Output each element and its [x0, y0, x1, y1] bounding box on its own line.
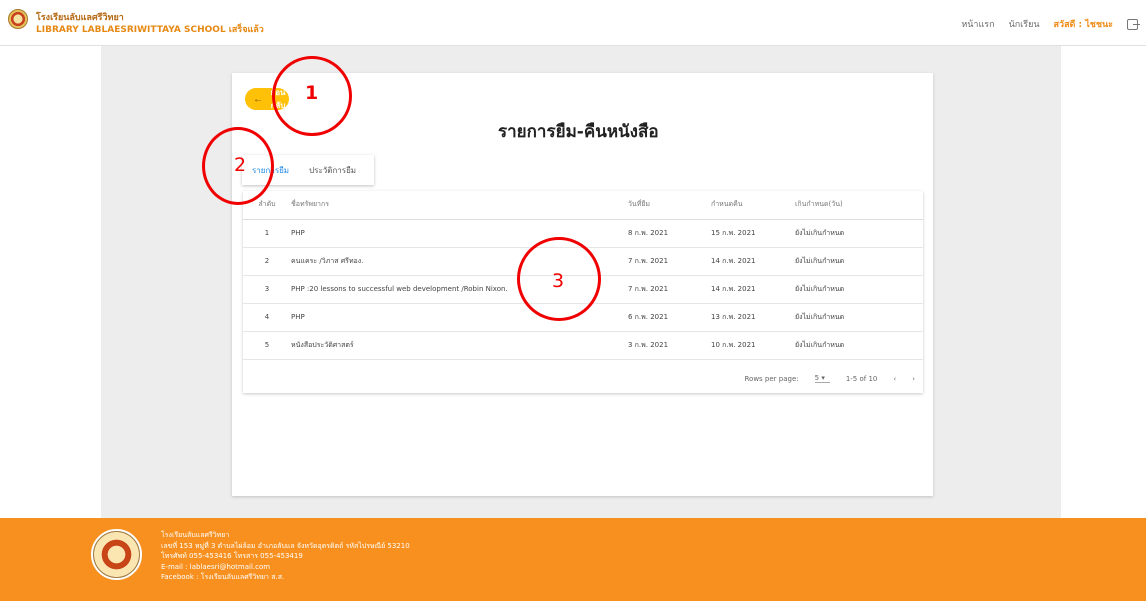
- annotation-number-1: 1: [305, 82, 319, 104]
- school-name-english[interactable]: LIBRARY LABLAESRIWITTAYA SCHOOL เสร็จแล้…: [36, 22, 264, 36]
- column-header-borrow-date[interactable]: วันที่ยืม: [628, 191, 711, 220]
- borrow-date: 7 ก.พ. 2021: [628, 275, 711, 304]
- borrow-date: 7 ก.พ. 2021: [628, 247, 711, 276]
- resource-name: หนังสือประวัติศาสตร์: [291, 331, 628, 360]
- row-index: 2: [243, 247, 291, 276]
- top-navigation: หน้าแรก นักเรียน สวัสดี : ไชชนะ: [961, 17, 1140, 31]
- due-date: 14 ก.พ. 2021: [711, 247, 795, 276]
- logout-icon[interactable]: [1127, 18, 1140, 30]
- footer-contact-info: โรงเรียนลับแลศรีวิทยา เลขที่ 153 หมู่ที่…: [161, 530, 410, 583]
- due-date: 15 ก.พ. 2021: [711, 219, 795, 248]
- footer: โรงเรียนลับแลศรีวิทยา เลขที่ 153 หมู่ที่…: [0, 518, 1146, 601]
- annotation-number-2: 2: [234, 154, 247, 176]
- arrow-left-icon: ←: [253, 93, 263, 105]
- overdue-status: ยังไม่เกินกำหนด: [795, 275, 923, 304]
- borrow-date: 8 ก.พ. 2021: [628, 219, 711, 248]
- nav-student[interactable]: นักเรียน: [1009, 17, 1040, 31]
- table-row[interactable]: 5 หนังสือประวัติศาสตร์ 3 ก.พ. 2021 10 ก.…: [243, 331, 923, 360]
- footer-facebook: Facebook : โรงเรียนลับแลศรีวิทยา ส.ส.: [161, 573, 285, 581]
- overdue-status: ยังไม่เกินกำหนด: [795, 331, 923, 360]
- pagination-range: 1-5 of 10: [845, 374, 878, 383]
- footer-email: E-mail : lablaesri@hotmail.com: [161, 562, 271, 571]
- row-index: 1: [243, 219, 291, 248]
- footer-address: เลขที่ 153 หมู่ที่ 3 ตำบลไผ่ล้อม อำเภอลั…: [161, 541, 410, 550]
- rows-per-page-label: Rows per page:: [744, 374, 799, 383]
- row-index: 3: [243, 275, 291, 304]
- previous-page-icon[interactable]: ‹: [893, 375, 896, 383]
- table-row[interactable]: 1 PHP 8 ก.พ. 2021 15 ก.พ. 2021 ยังไม่เกิ…: [243, 219, 923, 248]
- column-header-overdue-days[interactable]: เกินกำหนด(วัน): [795, 191, 923, 220]
- footer-phone: โทรศัพท์ 055-453416 โทรสาร 055-453419: [161, 552, 303, 560]
- top-bar: โรงเรียนลับแลศรีวิทยา LIBRARY LABLAESRIW…: [0, 0, 1146, 46]
- footer-school-logo-icon: [91, 529, 142, 580]
- column-header-due-date[interactable]: กำหนดคืน: [711, 191, 795, 220]
- annotation-number-3: 3: [552, 270, 565, 292]
- tab-borrow-history[interactable]: ประวัติการยืม: [299, 155, 366, 185]
- nav-home[interactable]: หน้าแรก: [961, 17, 994, 31]
- table-pagination: Rows per page: 5 ▾ 1-5 of 10 ‹ ›: [744, 374, 915, 383]
- row-index: 4: [243, 303, 291, 332]
- due-date: 10 ก.พ. 2021: [711, 331, 795, 360]
- rows-per-page-select[interactable]: 5 ▾: [814, 374, 830, 383]
- page-title: รายการยืม-คืนหนังสือ: [498, 122, 659, 142]
- due-date: 13 ก.พ. 2021: [711, 303, 795, 332]
- column-header-resource[interactable]: ชื่อทรัพยากร: [291, 191, 628, 220]
- next-page-icon[interactable]: ›: [912, 375, 915, 383]
- school-logo-icon[interactable]: [8, 9, 28, 29]
- overdue-status: ยังไม่เกินกำหนด: [795, 303, 923, 332]
- borrow-date: 3 ก.พ. 2021: [628, 331, 711, 360]
- row-index: 5: [243, 331, 291, 360]
- overdue-status: ยังไม่เกินกำหนด: [795, 247, 923, 276]
- overdue-status: ยังไม่เกินกำหนด: [795, 219, 923, 248]
- chevron-down-icon: ▾: [821, 374, 825, 382]
- footer-school-name: โรงเรียนลับแลศรีวิทยา: [161, 531, 230, 539]
- due-date: 14 ก.พ. 2021: [711, 275, 795, 304]
- table-header-row: ลำดับ ชื่อทรัพยากร วันที่ยืม กำหนดคืน เก…: [243, 191, 923, 220]
- borrow-date: 6 ก.พ. 2021: [628, 303, 711, 332]
- user-menu[interactable]: สวัสดี : ไชชนะ: [1054, 17, 1113, 31]
- rows-per-page-value: 5: [814, 374, 820, 382]
